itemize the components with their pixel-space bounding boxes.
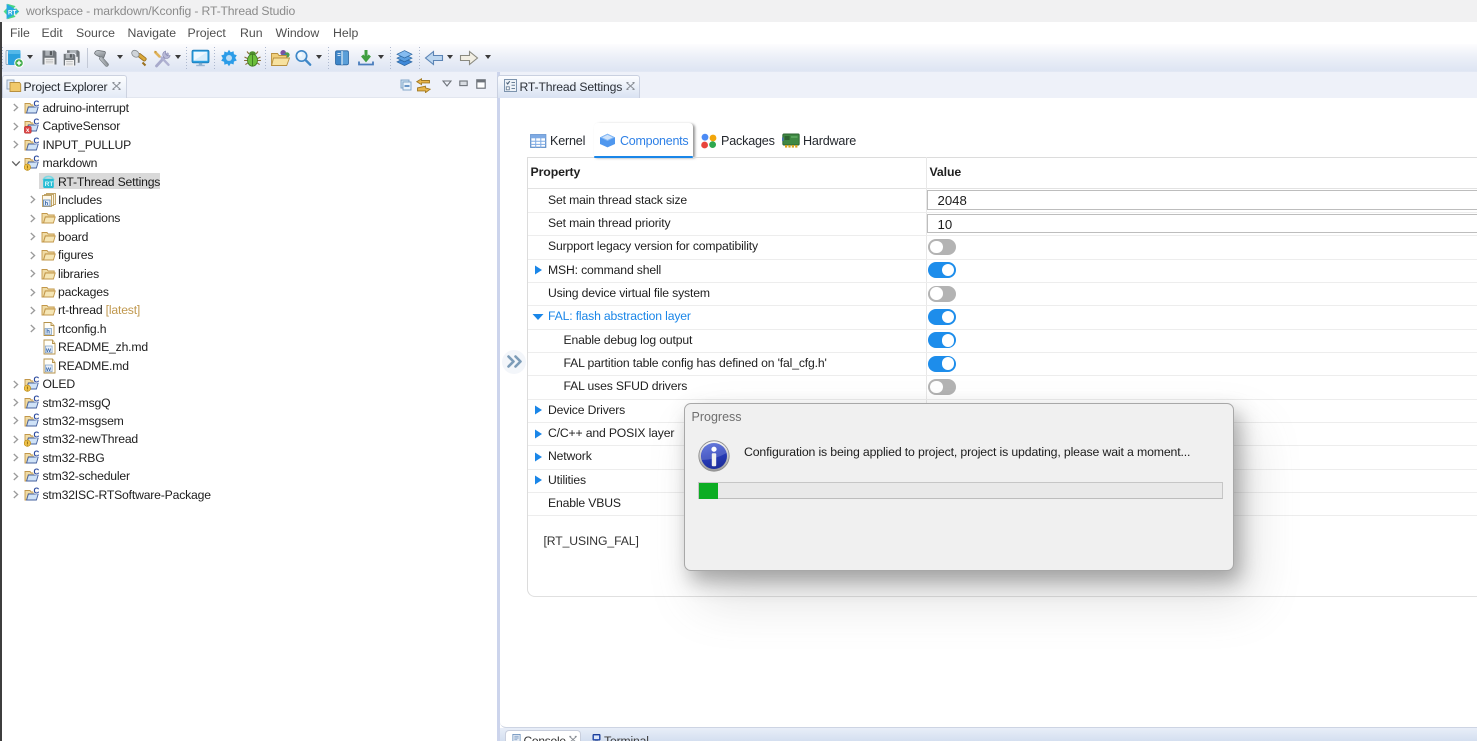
svg-text:RT: RT — [8, 9, 16, 16]
